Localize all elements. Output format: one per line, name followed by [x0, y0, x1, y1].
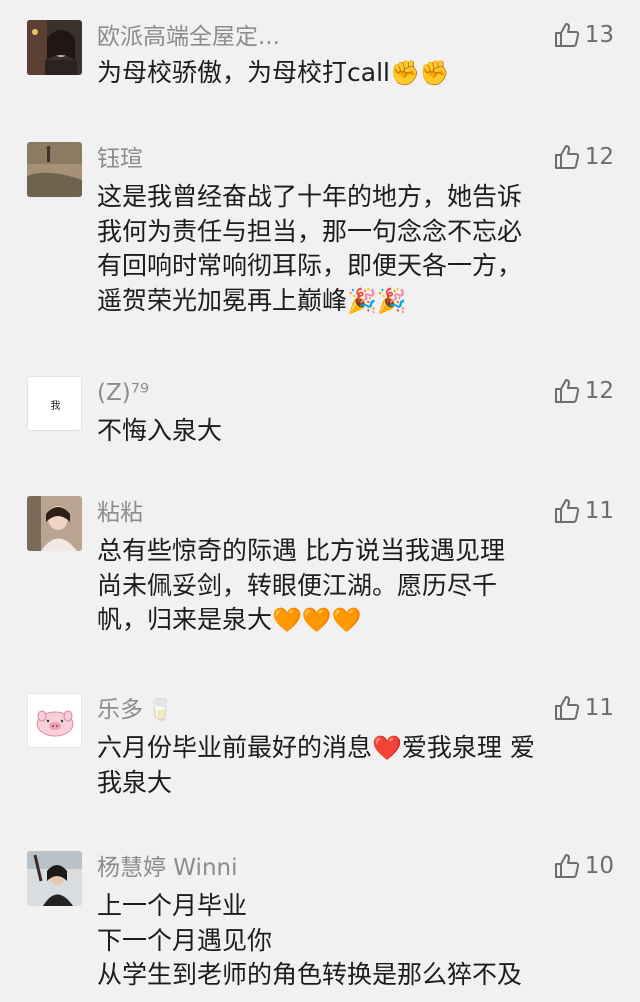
comment-text: 不悔入泉大 [97, 414, 607, 449]
comment-line: 帆，归来是泉大 [97, 605, 273, 634]
user-name[interactable]: 乐多 🥛 [97, 695, 173, 725]
comment-item: 杨慧婷 Winni 10 上一个月毕业 下一个月遇见你 从学生到老师的角色转换是… [0, 851, 640, 1002]
user-name[interactable]: 欧派高端全屋定... [97, 22, 280, 52]
user-name[interactable]: 杨慧婷 Winni [97, 853, 237, 883]
thumbs-up-icon [554, 696, 579, 720]
like-count: 11 [584, 695, 614, 721]
comment-text: 上一个月毕业 下一个月遇见你 从学生到老师的角色转换是那么猝不及 [97, 889, 607, 993]
user-avatar[interactable] [27, 20, 82, 75]
pig-icon [36, 710, 74, 737]
comment-line: 我何为责任与担当，那一句念念不忘必 [97, 216, 523, 246]
comment-line: 上一个月毕业 [97, 891, 248, 920]
comment-item: 钰瑄 12 这是我曾经奋战了十年的地方，她告诉 我何为责任与担当，那一句念念不忘… [0, 142, 640, 332]
comment-line: 总有些惊奇的际遇 比方说当我遇见理 [97, 536, 505, 565]
comment-line: 从学生到老师的角色转换是那么猝不及 [97, 960, 523, 989]
user-name[interactable]: 钰瑄 [97, 144, 143, 174]
comment-line: 爱我泉理 爱 [401, 733, 535, 762]
thumbs-up-icon [554, 23, 579, 47]
like-button[interactable]: 12 [553, 142, 614, 172]
user-avatar[interactable]: 我 [27, 376, 82, 431]
comment-line: 六月份毕业前最好的消息 [97, 733, 373, 762]
comment-line: 我泉大 [97, 767, 173, 797]
thumbs-up-icon [554, 854, 579, 878]
user-name-text: 乐多 [97, 697, 143, 723]
calligraphy-icon: 我 [50, 401, 61, 412]
like-count: 13 [584, 22, 614, 48]
like-button[interactable]: 12 [553, 376, 614, 406]
thumbs-up-icon [554, 379, 579, 403]
comment-line: 为母校骄傲，为母校打call [97, 58, 390, 87]
like-button[interactable]: 10 [553, 851, 614, 881]
user-name[interactable]: 粘粘 [97, 498, 143, 528]
comment-text: 为母校骄傲，为母校打call✊✊ [97, 56, 607, 91]
user-avatar[interactable] [27, 142, 82, 197]
like-count: 12 [584, 144, 614, 170]
thumbs-up-icon [554, 145, 579, 169]
red-heart-emoji: ❤️ [372, 734, 402, 762]
comment-item: 粘粘 11 总有些惊奇的际遇 比方说当我遇见理 尚未佩妥剑，转眼便江湖。愿历尽千… [0, 496, 640, 656]
comment-item: 我 (Z)⁷⁹ 12 不悔入泉大 [0, 376, 640, 456]
user-avatar[interactable] [27, 496, 82, 551]
comment-item: 乐多 🥛 11 六月份毕业前最好的消息❤️爱我泉理 爱 我泉大 [0, 693, 640, 813]
thumbs-up-icon [554, 499, 579, 523]
user-name[interactable]: (Z)⁷⁹ [97, 378, 149, 408]
comment-line: 下一个月遇见你 [97, 925, 273, 955]
comment-item: 欧派高端全屋定... 13 为母校骄傲，为母校打call✊✊ [0, 20, 640, 90]
comment-text: 总有些惊奇的际遇 比方说当我遇见理 尚未佩妥剑，转眼便江湖。愿历尽千 帆，归来是… [97, 534, 607, 638]
comment-line: 尚未佩妥剑，转眼便江湖。愿历尽千 [97, 570, 498, 600]
user-avatar[interactable] [27, 851, 82, 906]
party-popper-emoji: 🎉🎉 [347, 286, 407, 315]
comment-text: 这是我曾经奋战了十年的地方，她告诉 我何为责任与担当，那一句念念不忘必 有回响时… [97, 180, 607, 318]
like-button[interactable]: 13 [553, 20, 614, 50]
like-button[interactable]: 11 [553, 693, 614, 723]
comment-line: 这是我曾经奋战了十年的地方，她告诉 [97, 182, 523, 211]
like-count: 11 [584, 498, 614, 524]
comment-text: 六月份毕业前最好的消息❤️爱我泉理 爱 我泉大 [97, 731, 607, 800]
user-avatar[interactable] [27, 693, 82, 748]
fist-emoji: ✊✊ [389, 59, 450, 87]
like-count: 10 [584, 853, 614, 879]
comment-line: 有回响时常响彻耳际，即便天各一方， [97, 251, 523, 280]
comment-line: 不悔入泉大 [97, 416, 223, 445]
like-count: 12 [584, 378, 614, 404]
like-button[interactable]: 11 [553, 496, 614, 526]
comment-line: 遥贺荣光加冕再上巅峰 [97, 285, 348, 315]
orange-heart-emoji: 🧡🧡🧡 [272, 606, 362, 634]
milk-emoji: 🥛 [147, 698, 174, 722]
